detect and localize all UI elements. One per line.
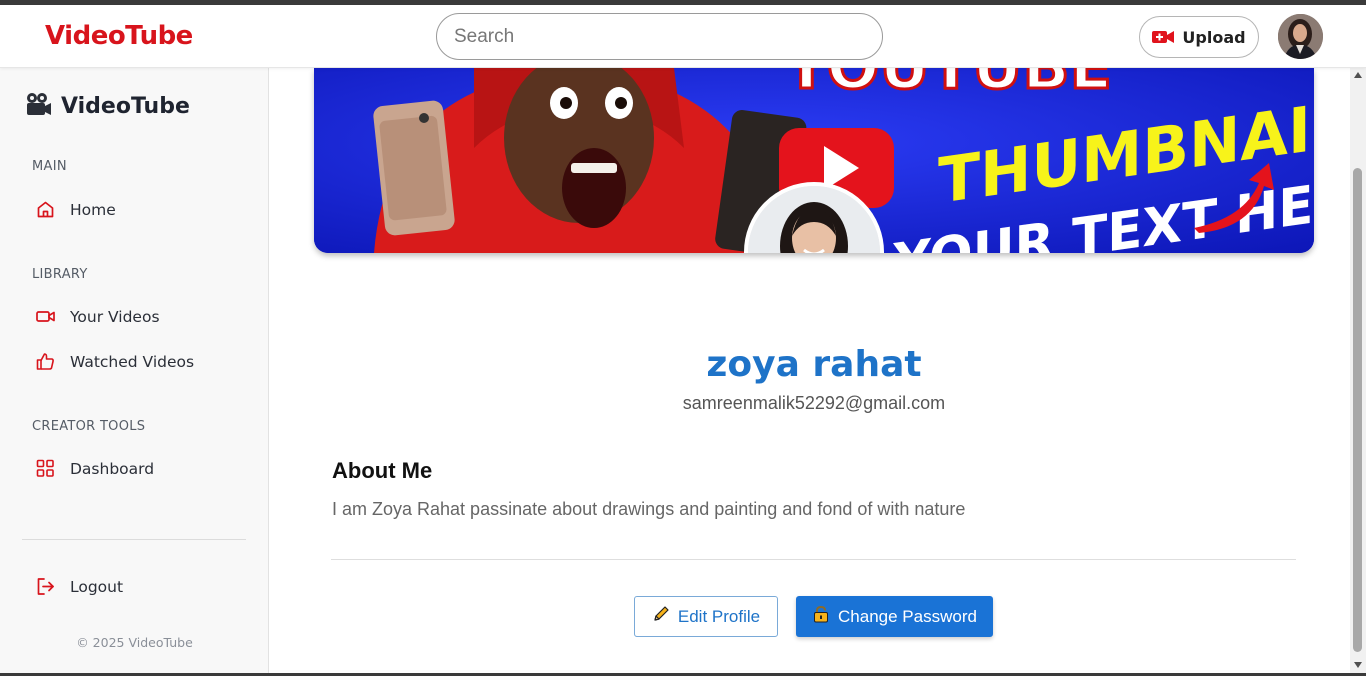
film-camera-icon (25, 92, 51, 121)
change-password-label: Change Password (838, 606, 977, 626)
video-camera-plus-icon (1152, 29, 1175, 45)
edit-profile-button[interactable]: Edit Profile (634, 596, 778, 637)
section-label-main: MAIN (32, 159, 67, 174)
upload-label: Upload (1182, 27, 1246, 47)
change-password-button[interactable]: Change Password (796, 596, 993, 637)
upload-button[interactable]: Upload (1139, 16, 1259, 58)
sidebar-item-label: Your Videos (70, 307, 160, 326)
pencil-icon (652, 605, 670, 628)
about-title: About Me (332, 458, 433, 483)
search-input[interactable] (436, 13, 883, 60)
scroll-down-arrow-icon[interactable] (1354, 662, 1362, 668)
user-avatar[interactable] (1278, 14, 1323, 59)
lock-icon (812, 605, 830, 628)
sidebar-brand-text: VideoTube (61, 94, 190, 119)
logout-label: Logout (70, 577, 124, 596)
brand-logo[interactable]: VideoTube (45, 21, 193, 51)
home-icon (36, 200, 55, 219)
sidebar-divider (22, 539, 246, 540)
copyright-text: © 2025 VideoTube (76, 635, 193, 650)
about-text: I am Zoya Rahat passinate about drawings… (332, 499, 966, 519)
sidebar-brand[interactable]: VideoTube (25, 92, 190, 121)
sidebar-item-label: Home (70, 200, 116, 219)
sidebar-item-your-videos[interactable]: Your Videos (36, 307, 160, 326)
thumbs-up-icon (36, 352, 55, 371)
profile-name: zoya rahat (706, 344, 922, 385)
sidebar-item-label: Dashboard (70, 459, 155, 478)
content-divider (331, 559, 1296, 560)
logout-icon (36, 577, 55, 596)
sidebar-item-home[interactable]: Home (36, 200, 116, 219)
profile-section: zoya rahat samreenmalik52292@gmail.com A… (270, 68, 1350, 676)
profile-email: samreenmalik52292@gmail.com (682, 393, 946, 413)
edit-profile-label: Edit Profile (677, 606, 761, 626)
section-label-creator-tools: CREATOR TOOLS (32, 419, 146, 434)
sidebar: VideoTube MAIN Home LIBRARY Your Videos (0, 68, 269, 676)
video-icon (36, 307, 55, 326)
scroll-thumb[interactable] (1353, 168, 1362, 652)
scroll-up-arrow-icon[interactable] (1354, 72, 1362, 78)
sidebar-item-watched-videos[interactable]: Watched Videos (36, 352, 194, 371)
page-scrollbar[interactable] (1350, 68, 1366, 676)
section-label-library: LIBRARY (32, 267, 88, 282)
logout-button[interactable]: Logout (36, 577, 123, 596)
sidebar-item-label: Watched Videos (70, 352, 195, 371)
sidebar-item-dashboard[interactable]: Dashboard (36, 459, 154, 478)
top-header: VideoTube Upload (0, 5, 1366, 68)
grid-icon (36, 459, 55, 478)
